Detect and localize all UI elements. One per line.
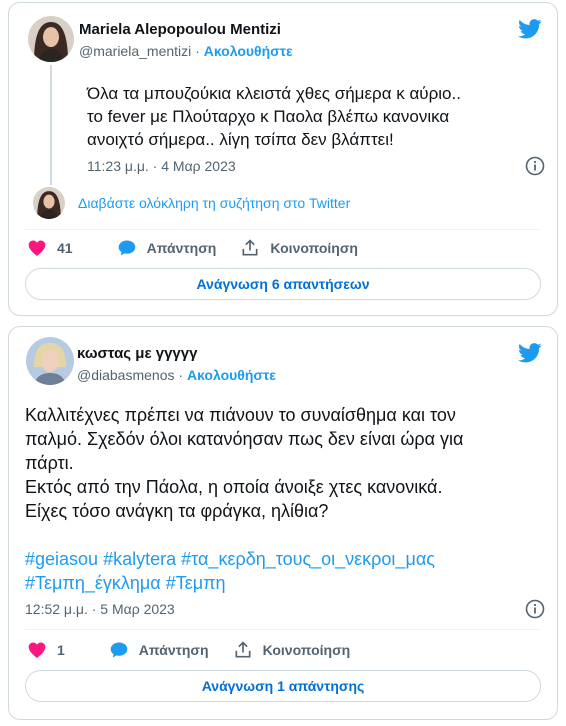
like-count: 41 — [57, 240, 73, 256]
tweet-text-line: ανοιχτό σήμερα.. λίγη τσίπα δεν βλάπτει! — [87, 130, 394, 149]
author-name[interactable]: κωστας με γγγγγ — [77, 345, 197, 362]
separator-dot: · — [178, 367, 184, 383]
avatar-photo — [33, 187, 65, 219]
tweet-text-line: Εκτός από την Πάολα, η οποία άνοιξε χτες… — [25, 477, 443, 497]
reply-button[interactable]: Απάντηση — [117, 238, 217, 258]
tweet-card-2: κωστας με γγγγγ @diabasmenos · Ακολουθήσ… — [8, 326, 558, 720]
avatar[interactable] — [26, 337, 74, 385]
divider — [25, 629, 541, 630]
author-handle-line: @diabasmenos · Ακολουθήστε — [77, 367, 276, 383]
tweet-timestamp[interactable]: 11:23 μ.μ. · 4 Μαρ 2023 — [87, 158, 236, 174]
like-button[interactable]: 41 — [27, 238, 73, 258]
share-label: Κοινοποίηση — [262, 642, 351, 658]
twitter-bird-icon[interactable] — [518, 19, 542, 39]
info-icon[interactable] — [525, 599, 545, 619]
share-button[interactable]: Κοινοποίηση — [233, 640, 351, 660]
author-handle[interactable]: @mariela_mentizi — [79, 43, 191, 59]
share-label: Κοινοποίηση — [270, 240, 358, 256]
avatar-photo — [26, 337, 74, 385]
avatar-photo — [28, 16, 74, 62]
hashtag-link[interactable]: #geiasou — [25, 549, 98, 569]
tweet-text-line: Όλα τα μπουζούκια κλειστά χθες σήμερα κ … — [87, 84, 461, 103]
like-button[interactable]: 1 — [27, 640, 65, 660]
author-handle-line: @mariela_mentizi · Ακολουθήστε — [79, 43, 293, 59]
heart-icon — [28, 240, 46, 256]
reply-avatar[interactable] — [33, 187, 65, 219]
share-icon — [235, 641, 251, 658]
hashtag-link[interactable]: #Τεμπη — [166, 573, 226, 593]
hashtag-link[interactable]: #τα_κερδη_τους_οι_νεκροι_μας — [181, 549, 435, 569]
avatar[interactable] — [28, 16, 74, 62]
read-replies-button[interactable]: Ανάγνωση 1 απάντησης — [25, 670, 541, 702]
tweet-text-line: παλμό. Σχεδόν όλοι κατανόησαν πως δεν εί… — [25, 429, 464, 449]
reply-bubble-icon — [118, 240, 135, 256]
tweet-timestamp[interactable]: 12:52 μ.μ. · 5 Μαρ 2023 — [25, 601, 175, 617]
hashtag-link[interactable]: #kalytera — [103, 549, 176, 569]
reply-label: Απάντηση — [138, 642, 209, 658]
share-icon — [242, 239, 258, 256]
hashtag-link[interactable]: #Τεμπη_έγκλημα — [25, 573, 161, 593]
heart-icon — [28, 642, 46, 658]
tweet-actions: 41 Απάντηση Κοινοποίηση — [27, 238, 382, 258]
tweet-actions: 1 Απάντηση Κοινοποίηση — [27, 640, 374, 660]
tweet-card-1: Mariela Alepopoulou Mentizi @mariela_men… — [8, 2, 558, 316]
tweet-text-line: Καλλιτέχνες πρέπει να πιάνουν το συναίσθ… — [25, 405, 456, 425]
separator-dot: · — [195, 43, 200, 59]
follow-button[interactable]: Ακολουθήστε — [187, 367, 276, 383]
reply-bubble-icon — [110, 642, 128, 658]
reply-label: Απάντηση — [146, 240, 217, 256]
share-button[interactable]: Κοινοποίηση — [240, 238, 358, 258]
tweet-text-line: Είχες τόσο ανάγκη τα φράγκα, ηλίθια? — [25, 501, 329, 521]
divider — [25, 229, 541, 230]
twitter-bird-icon[interactable] — [518, 343, 542, 363]
like-count: 1 — [57, 642, 65, 658]
info-icon[interactable] — [525, 156, 545, 176]
tweet-text-line: το fever με Πλούταρχο κ Παολα βλέπω κανο… — [87, 107, 450, 126]
follow-button[interactable]: Ακολουθήστε — [204, 43, 293, 59]
tweet-text: Καλλιτέχνες πρέπει να πιάνουν το συναίσθ… — [25, 403, 550, 595]
reply-button[interactable]: Απάντηση — [109, 640, 209, 660]
read-conversation-link[interactable]: Διαβάστε ολόκληρη τη συζήτηση στο Twitte… — [78, 195, 350, 211]
tweet-text: Όλα τα μπουζούκια κλειστά χθες σήμερα κ … — [87, 82, 552, 151]
author-name[interactable]: Mariela Alepopoulou Mentizi — [79, 21, 281, 38]
hashtag-line: #geiasou #kalytera #τα_κερδη_τους_οι_νεκ… — [25, 547, 550, 571]
tweet-text-line: πάρτι. — [25, 453, 74, 473]
thread-line — [50, 65, 52, 185]
hashtag-line: #Τεμπη_έγκλημα #Τεμπη — [25, 571, 550, 595]
author-handle[interactable]: @diabasmenos — [77, 367, 175, 383]
read-replies-button[interactable]: Ανάγνωση 6 απαντήσεων — [25, 268, 541, 300]
